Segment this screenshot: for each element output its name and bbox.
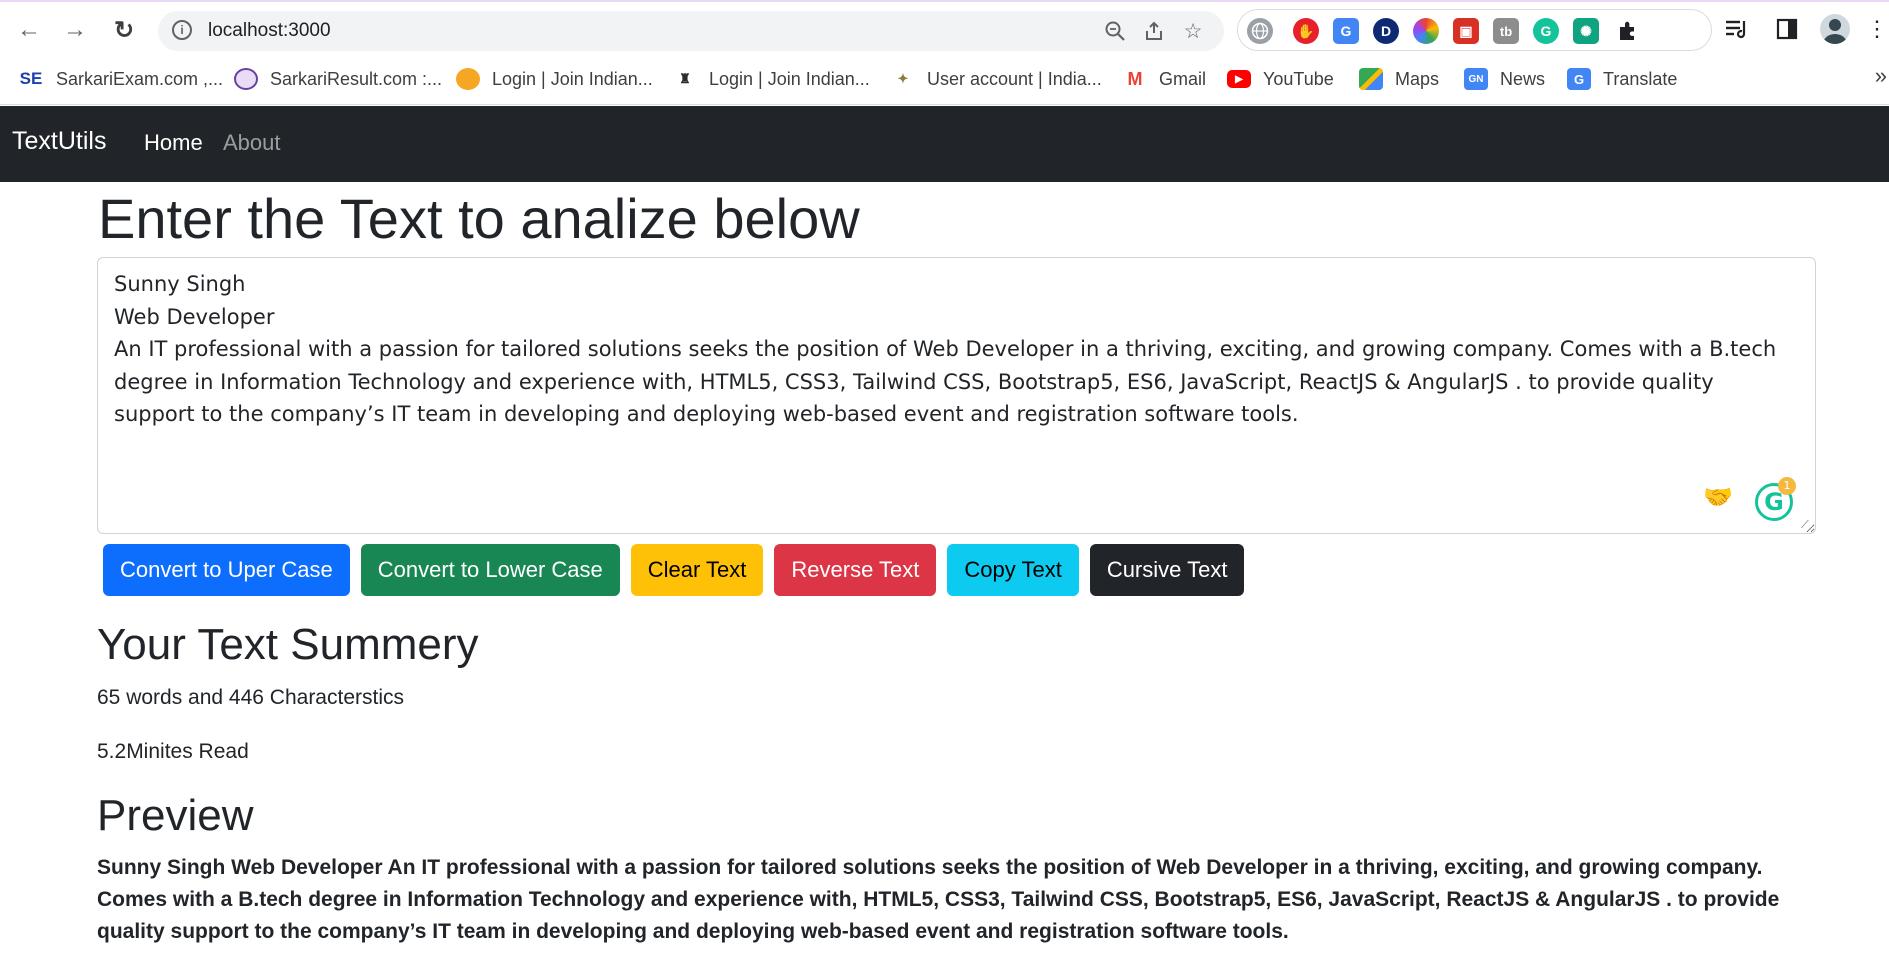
copy-text-button[interactable]: Copy Text [947,544,1079,596]
app-navbar: TextUtils Home About [0,106,1889,182]
bookmark-news[interactable]: GN News [1464,66,1545,92]
bookmark-join-indian-1[interactable]: Login | Join Indian... [456,66,653,92]
reload-icon[interactable]: ↻ [109,15,139,45]
forward-arrow-icon[interactable]: → [60,15,90,45]
globe-icon[interactable] [1247,18,1273,44]
browser-toolbar: ← → ↻ i localhost:3000 ☆ ✋ G D ▣ tb G ✺ [0,0,1889,57]
bookmark-label: SarkariExam.com ,... [56,68,224,89]
reading-list-icon[interactable] [1722,14,1752,44]
bookmark-translate[interactable]: G Translate [1567,66,1677,92]
zoom-icon[interactable] [1102,18,1128,44]
screen-recorder-icon[interactable]: ▣ [1453,18,1479,44]
bookmark-user-account[interactable]: ✦ User account | India... [891,66,1102,92]
reverse-text-button[interactable]: Reverse Text [774,544,937,596]
preview-text: Sunny Singh Web Developer An IT professi… [97,856,1780,943]
profile-avatar[interactable] [1820,14,1850,44]
dashlane-label: D [1380,23,1392,39]
lowercase-button[interactable]: Convert to Lower Case [360,544,620,596]
side-panel-icon[interactable] [1772,14,1802,44]
sarkariresult-icon [234,68,258,90]
resize-handle-icon[interactable]: ⟋ [1801,519,1813,531]
airforce-emblem-icon: ✦ [897,71,909,86]
gmail-icon: M [1127,68,1143,89]
sarkariexam-icon: SE [19,69,43,88]
handshake-icon[interactable]: 🤝 [1703,481,1733,514]
bookmark-label: SarkariResult.com :... [270,68,443,89]
read-time: 5.2Minites Read [97,740,249,763]
action-buttons: Convert to Uper Case Convert to Lower Ca… [103,544,1245,596]
word-char-count: 65 words and 446 Characterstics [97,686,404,709]
share-icon[interactable] [1141,18,1167,44]
translate-icon: G [1567,68,1591,90]
bookmark-sarkariresult[interactable]: SarkariResult.com :... [234,66,442,92]
preview-heading: Preview [97,791,254,840]
site-info-icon[interactable]: i [172,20,192,40]
grammarly-icon[interactable]: G [1533,18,1559,44]
bookmark-label: Login | Join Indian... [709,68,870,89]
bookmarks-bar: SE SarkariExam.com ,... SarkariResult.co… [0,57,1889,105]
news-icon: GN [1464,68,1488,90]
indian-navy-icon [456,68,480,90]
maps-icon [1359,68,1383,90]
adblock-icon[interactable]: ✋ [1293,18,1319,44]
extensions-area: ✋ G D ▣ tb G ✺ [1237,9,1712,51]
youtube-icon: ▶ [1227,70,1251,88]
bookmark-label: News [1500,68,1546,89]
grammarly-label: G [1540,23,1552,39]
nav-link-about[interactable]: About [223,130,281,156]
textarea-line: Web Developer [114,304,275,329]
bookmark-youtube[interactable]: ▶ YouTube [1227,66,1334,92]
bookmark-label: Gmail [1159,68,1207,89]
text-input-area[interactable]: Sunny Singh Web Developer An IT professi… [97,257,1816,534]
dashlane-icon[interactable]: D [1373,18,1399,44]
extensions-puzzle-icon[interactable] [1615,18,1641,44]
uppercase-button[interactable]: Convert to Uper Case [103,544,350,596]
bookmark-star-icon[interactable]: ☆ [1180,18,1206,44]
google-translate-icon[interactable]: G [1333,18,1359,44]
bookmark-label: YouTube [1263,68,1334,89]
chrome-menu-icon[interactable]: ⋮ [1862,14,1889,44]
textarea-line: Sunny Singh [114,272,246,296]
nav-link-home[interactable]: Home [144,130,203,156]
bookmark-gmail[interactable]: M Gmail [1123,66,1207,92]
navbar-brand[interactable]: TextUtils [12,127,106,156]
textarea-line: An IT professional with a passion for ta… [114,337,1777,426]
cursive-text-button[interactable]: Cursive Text [1089,544,1245,596]
address-bar[interactable]: i localhost:3000 ☆ [158,11,1224,51]
bookmarks-more-icon[interactable]: » [1875,63,1887,89]
bookmark-maps[interactable]: Maps [1359,66,1439,92]
tb-label: tb [1499,23,1513,39]
back-arrow-icon[interactable]: ← [14,15,44,45]
bookmark-label: Maps [1395,68,1440,89]
color-picker-icon[interactable] [1413,18,1439,44]
bookmark-label: Translate [1603,68,1678,89]
chatgpt-icon[interactable]: ✺ [1573,18,1599,44]
bookmark-label: User account | India... [927,68,1102,89]
summary-heading: Your Text Summery [97,620,479,669]
grammarly-count-badge: 1 [1778,477,1796,495]
bookmark-label: Login | Join Indian... [492,68,653,89]
page-title: Enter the Text to analize below [98,187,860,250]
address-bar-url[interactable]: localhost:3000 [208,20,331,42]
tb-icon[interactable]: tb [1493,18,1519,44]
clear-text-button[interactable]: Clear Text [630,544,764,596]
bookmark-sarkariexam[interactable]: SE SarkariExam.com ,... [18,66,223,92]
bookmark-join-indian-2[interactable]: ♜ Login | Join Indian... [673,66,870,92]
army-emblem-icon: ♜ [679,71,691,86]
